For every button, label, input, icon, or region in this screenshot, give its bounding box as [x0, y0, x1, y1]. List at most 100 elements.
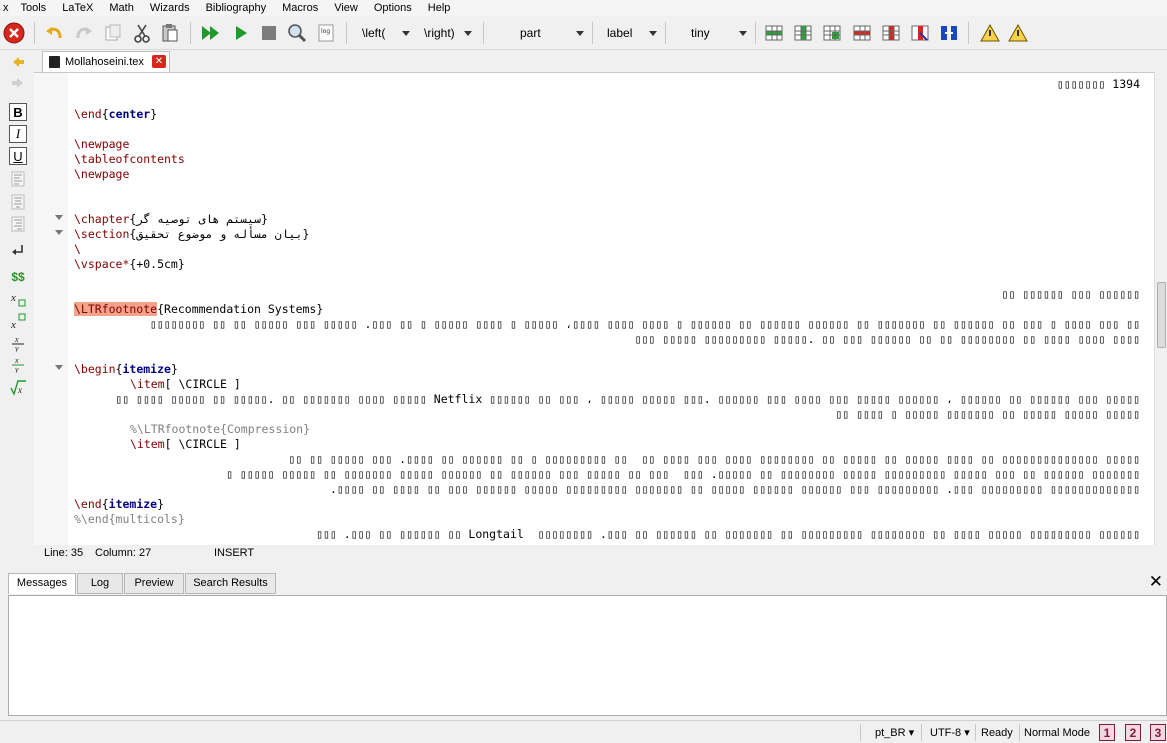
language-select[interactable]: pt_BR ▾	[875, 725, 914, 741]
menu-math[interactable]: Math	[101, 0, 141, 16]
undo-icon[interactable]	[42, 21, 66, 45]
right-delimiter-value: \right)	[424, 26, 455, 40]
latex-argument: {Recommendation Systems}	[157, 302, 324, 316]
math-dollar-icon[interactable]: $$	[9, 268, 27, 286]
code-line: \end{center}	[74, 107, 158, 121]
menu-view[interactable]: View	[326, 0, 366, 16]
column-indicator: Column: 27	[95, 547, 152, 559]
redo-icon[interactable]	[72, 21, 96, 45]
svg-text:x: x	[14, 356, 19, 365]
table-align-icon[interactable]	[937, 21, 961, 45]
bookmark-3-button[interactable]: 3	[1150, 724, 1166, 741]
menu-item-x[interactable]: x	[0, 0, 13, 16]
latex-command: \item	[130, 437, 165, 451]
menu-macros[interactable]: Macros	[274, 0, 326, 16]
code-line: ▯▯▯▯▯▯ ▯▯▯ ▯▯▯▯▯▯ ▯▯	[1001, 287, 1140, 301]
tab-search-results[interactable]: Search Results	[185, 573, 276, 594]
latex-command: \section	[74, 227, 130, 241]
fold-chapter-icon[interactable]	[55, 215, 63, 220]
messages-panel	[8, 595, 1167, 716]
build-run-icon[interactable]	[199, 21, 223, 45]
sqrt-icon[interactable]: x	[9, 378, 27, 396]
svg-text:x: x	[17, 385, 22, 395]
code-line: 1394 ▯▯▯▯▯▯▯	[1056, 77, 1140, 91]
tab-label: Mollahoseini.tex	[65, 56, 144, 68]
left-delimiter-select[interactable]: \left(	[362, 24, 410, 43]
right-align-icon[interactable]	[9, 215, 27, 233]
reference-select[interactable]: label	[607, 24, 657, 43]
code-line: \end{itemize}	[74, 497, 165, 511]
log-icon[interactable]: log	[314, 21, 338, 45]
scrollbar-thumb[interactable]	[1157, 282, 1166, 348]
superscript-icon[interactable]: x	[9, 312, 27, 330]
menu-wizards[interactable]: Wizards	[142, 0, 198, 16]
italic-icon[interactable]: I	[9, 125, 27, 143]
subscript-icon[interactable]: x	[9, 290, 27, 308]
bookmark-up-icon[interactable]	[9, 53, 27, 71]
status-bar: pt_BR ▾ UTF-8 ▾ Ready Normal Mode 1 2 3	[0, 720, 1167, 743]
left-align-icon[interactable]	[9, 170, 27, 188]
right-delimiter-select[interactable]: \right)	[424, 24, 472, 43]
document-tab-row: Mollahoseini.tex ✕	[34, 50, 1167, 72]
close-red-icon[interactable]	[2, 21, 26, 45]
latex-command: \begin	[74, 362, 116, 376]
warning-icon[interactable]	[978, 21, 1002, 45]
table-delete-column-icon[interactable]	[879, 21, 903, 45]
file-icon	[49, 56, 60, 68]
bookmark-1-button[interactable]: 1	[1099, 724, 1115, 741]
table-insert-cell-icon[interactable]	[820, 21, 844, 45]
latex-command: \vspace*	[74, 257, 130, 271]
newline-icon[interactable]	[9, 241, 27, 259]
code-line: \chapter{سیستم های توصیه گر}	[74, 212, 268, 227]
tab-messages[interactable]: Messages	[8, 573, 76, 594]
code-line: ▯▯ ▯▯▯ ▯▯▯▯ ▯ ▯▯▯ ▯▯ ▯▯▯▯▯▯ ▯▯ ▯▯▯▯▯▯▯ ▯…	[149, 317, 1140, 331]
table-delete-cell-icon[interactable]	[908, 21, 932, 45]
close-icon[interactable]: ✕	[1149, 572, 1163, 592]
copy-icon[interactable]	[101, 21, 125, 45]
code-line: \item[ \CIRCLE ]	[130, 437, 241, 452]
menu-latex[interactable]: LaTeX	[54, 0, 101, 16]
view-icon[interactable]	[285, 21, 309, 45]
fold-itemize-icon[interactable]	[55, 365, 63, 370]
encoding-select[interactable]: UTF-8 ▾	[930, 725, 970, 741]
bookmark-down-icon[interactable]	[9, 74, 27, 92]
tab-preview[interactable]: Preview	[124, 573, 184, 594]
center-icon[interactable]	[9, 193, 27, 211]
fraction-icon[interactable]: xy	[9, 334, 27, 352]
chevron-down-icon	[576, 31, 584, 36]
tab-close-icon[interactable]: ✕	[152, 55, 166, 68]
fold-section-icon[interactable]	[55, 230, 63, 235]
left-delimiter-value: \left(	[362, 26, 386, 40]
editor-gutter	[34, 73, 68, 545]
code-editor[interactable]: 1394 ▯▯▯▯▯▯▯ \end{center} \newpage \tabl…	[34, 72, 1154, 545]
cut-icon[interactable]	[130, 21, 154, 45]
table-add-column-icon[interactable]	[791, 21, 815, 45]
menu-options[interactable]: Options	[366, 0, 420, 16]
table-delete-row-icon[interactable]	[850, 21, 874, 45]
menu-help[interactable]: Help	[420, 0, 459, 16]
editor-vertical-scrollbar[interactable]	[1154, 72, 1167, 545]
tab-log[interactable]: Log	[77, 573, 123, 594]
size-select[interactable]: tiny	[691, 24, 747, 43]
paste-icon[interactable]	[158, 21, 182, 45]
structure-select[interactable]: part	[520, 24, 584, 43]
code-line-comment: %\LTRfootnote{Compression}	[130, 422, 310, 437]
code-line: \section{بیان مسأله و موضوع تحقیق}	[74, 227, 309, 242]
stop-icon[interactable]	[257, 21, 281, 45]
comment-argument: {Compression}	[220, 422, 311, 436]
panel-tabs: Messages Log Preview Search Results ✕	[8, 571, 1167, 595]
tab-mollahoseini[interactable]: Mollahoseini.tex ✕	[42, 51, 170, 72]
code-line: ▯▯▯▯▯▯ ▯▯▯▯▯▯▯▯▯ ▯▯▯▯▯ ▯▯▯▯ ▯▯ ▯▯▯▯▯▯▯▯ …	[316, 527, 1140, 541]
warning-next-icon[interactable]	[1006, 21, 1030, 45]
menu-bibliography[interactable]: Bibliography	[198, 0, 275, 16]
frac-alt-icon[interactable]: xy	[9, 355, 27, 373]
menu-tools[interactable]: Tools	[13, 0, 55, 16]
code-line: \vspace*{+0.5cm}	[74, 257, 185, 272]
run-icon[interactable]	[229, 21, 253, 45]
bookmark-2-button[interactable]: 2	[1125, 724, 1141, 741]
underline-icon[interactable]: U	[9, 147, 27, 165]
reference-value: label	[607, 26, 633, 40]
table-add-row-icon[interactable]	[762, 21, 786, 45]
code-line: ▯▯▯▯▯ ▯▯▯ ▯▯▯▯▯▯ ▯▯ ▯▯▯▯▯▯ ، ▯▯▯▯▯▯ ▯▯▯▯…	[115, 392, 1140, 406]
bold-icon[interactable]: B	[9, 103, 27, 121]
